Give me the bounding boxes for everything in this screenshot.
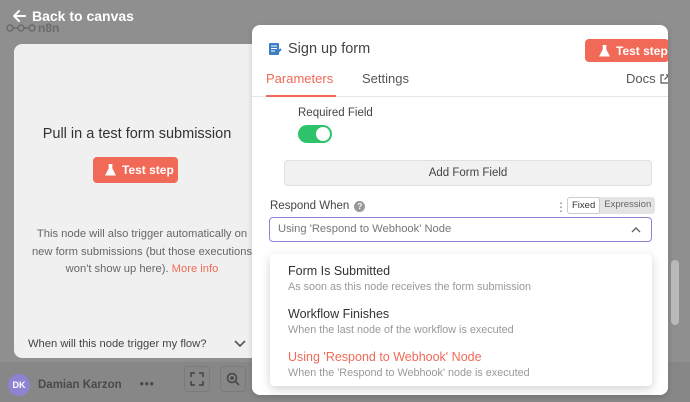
help-icon[interactable]: ? <box>354 200 366 212</box>
node-panel-header: Sign up form Test step Parameters Settin… <box>252 25 668 97</box>
dropdown-option-respond-to-webhook[interactable]: Using 'Respond to Webhook' Node When the… <box>288 350 530 379</box>
parameter-options-icon[interactable]: ⋮ <box>555 200 567 214</box>
fit-view-button[interactable] <box>184 366 210 392</box>
panel-tabs: Parameters Settings Docs <box>252 71 668 97</box>
back-to-canvas-link[interactable]: Back to canvas <box>12 8 134 24</box>
dropdown-option-form-submitted[interactable]: Form Is Submitted As soon as this node r… <box>288 264 531 293</box>
option-title: Using 'Respond to Webhook' Node <box>288 350 482 364</box>
docs-label: Docs <box>626 71 656 86</box>
test-step-label: Test step <box>616 43 668 58</box>
user-menu-dots[interactable]: ••• <box>140 379 155 391</box>
trigger-info-accordion[interactable]: When will this node trigger my flow? <box>14 334 260 354</box>
trigger-description-text: This node will also trigger automaticall… <box>31 228 253 275</box>
test-step-label-left: Test step <box>122 163 174 177</box>
add-form-field-button[interactable]: Add Form Field <box>284 160 652 186</box>
arrow-left-icon <box>13 10 26 22</box>
user-menu[interactable]: DK Damian Karzon ••• <box>8 374 155 396</box>
docs-link[interactable]: Docs <box>626 71 668 86</box>
respond-when-dropdown: Form Is Submitted As soon as this node r… <box>270 254 652 386</box>
trigger-description: This node will also trigger automaticall… <box>28 226 256 279</box>
tab-parameters[interactable]: Parameters <box>266 71 336 97</box>
option-description: When the last node of the workflow is ex… <box>288 324 514 336</box>
chevron-down-icon <box>234 340 246 348</box>
trigger-question: When will this node trigger my flow? <box>28 338 207 350</box>
option-description: When the 'Respond to Webhook' node is ex… <box>288 367 530 379</box>
canvas-tools <box>184 366 246 392</box>
test-step-button-left[interactable]: Test step <box>93 157 178 183</box>
respond-when-label-group: Respond When ? <box>270 200 366 212</box>
more-info-link[interactable]: More info <box>172 263 219 275</box>
tab-settings[interactable]: Settings <box>362 71 409 97</box>
panel-scrollbar[interactable] <box>671 260 679 325</box>
back-to-canvas-label: Back to canvas <box>32 8 134 24</box>
user-name: Damian Karzon <box>38 379 122 391</box>
fixed-option[interactable]: Fixed <box>567 197 601 214</box>
toggle-knob <box>316 127 330 141</box>
chevron-up-icon <box>631 227 641 233</box>
fixed-expression-toggle: Fixed Expression <box>567 197 656 214</box>
required-field-toggle[interactable] <box>298 125 332 143</box>
zoom-in-icon <box>226 372 240 386</box>
respond-when-select[interactable]: Using 'Respond to Webhook' Node <box>269 217 652 242</box>
option-title: Workflow Finishes <box>288 307 390 321</box>
fit-view-icon <box>190 372 204 386</box>
input-panel: Pull in a test form submission Test step… <box>14 44 260 358</box>
expression-option[interactable]: Expression <box>600 197 655 214</box>
respond-when-label: Respond When <box>270 200 350 212</box>
external-link-icon <box>660 73 668 84</box>
required-field-label: Required Field <box>298 107 373 119</box>
respond-when-value: Using 'Respond to Webhook' Node <box>278 223 452 235</box>
dropdown-option-workflow-finishes[interactable]: Workflow Finishes When the last node of … <box>288 307 514 336</box>
zoom-in-button[interactable] <box>220 366 246 392</box>
flask-icon <box>105 164 116 176</box>
avatar: DK <box>8 374 30 396</box>
test-step-button[interactable]: Test step <box>585 39 668 62</box>
node-title[interactable]: Sign up form <box>288 41 370 57</box>
option-title: Form Is Submitted <box>288 264 391 278</box>
form-node-icon <box>269 43 282 55</box>
option-description: As soon as this node receives the form s… <box>288 281 532 293</box>
flask-icon <box>599 44 610 56</box>
input-panel-title: Pull in a test form submission <box>42 126 232 142</box>
